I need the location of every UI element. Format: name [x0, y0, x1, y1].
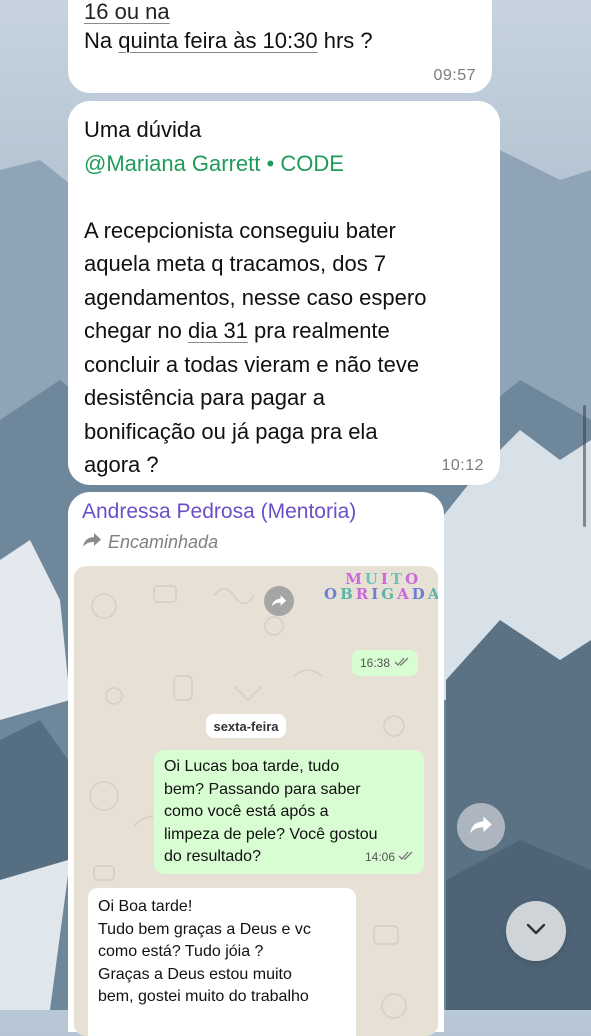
message-text: Na quinta feira às 10:30 hrs ? — [84, 28, 373, 53]
forward-message-button[interactable] — [457, 803, 505, 851]
scroll-to-bottom-button[interactable] — [506, 901, 566, 961]
date-link[interactable]: dia 31 — [188, 318, 248, 343]
double-check-icon — [394, 656, 410, 670]
forwarded-screenshot-image[interactable]: MUITO OBRIGADA 16:38 sexta-feira Oi Luca… — [74, 566, 438, 1036]
chevron-down-icon — [525, 922, 547, 941]
message-text: Uma dúvida @Mariana Garrett • CODE A rec… — [84, 113, 484, 482]
forwarded-message-bubble[interactable]: Andressa Pedrosa (Mentoria) Encaminhada — [68, 492, 444, 1036]
forward-arrow-icon — [469, 815, 493, 840]
forward-icon — [264, 586, 294, 616]
thank-you-sticker: MUITO OBRIGADA — [324, 572, 438, 602]
message-bubble-incoming[interactable]: Uma dúvida @Mariana Garrett • CODE A rec… — [68, 101, 500, 485]
sticker-line-2: OBRIGADA — [324, 585, 438, 603]
sticker-timestamp: 16:38 — [352, 650, 418, 676]
forward-arrow-icon — [82, 532, 102, 553]
mention-link[interactable]: @Mariana Garrett • CODE — [84, 147, 484, 181]
message-time: 10:12 — [441, 457, 484, 474]
date-separator: sexta-feira — [206, 714, 286, 738]
message-bubble-incoming[interactable]: 16 ou na Na quinta feira às 10:30 hrs ? … — [68, 0, 492, 93]
message-time: 09:57 — [433, 67, 476, 84]
scrollbar[interactable] — [583, 405, 586, 527]
incoming-message: Oi Boa tarde! Tudo bem graças a Deus e v… — [88, 888, 356, 1036]
double-check-icon — [398, 846, 414, 869]
sender-name[interactable]: Andressa Pedrosa (Mentoria) — [82, 500, 356, 524]
outgoing-message: Oi Lucas boa tarde, tudo bem? Passando p… — [154, 750, 424, 874]
forwarded-label: Encaminhada — [82, 532, 218, 553]
date-link[interactable]: quinta feira às 10:30 — [118, 28, 317, 53]
partial-text: 16 ou na — [84, 0, 170, 24]
message-time: 14:06 — [365, 846, 414, 869]
